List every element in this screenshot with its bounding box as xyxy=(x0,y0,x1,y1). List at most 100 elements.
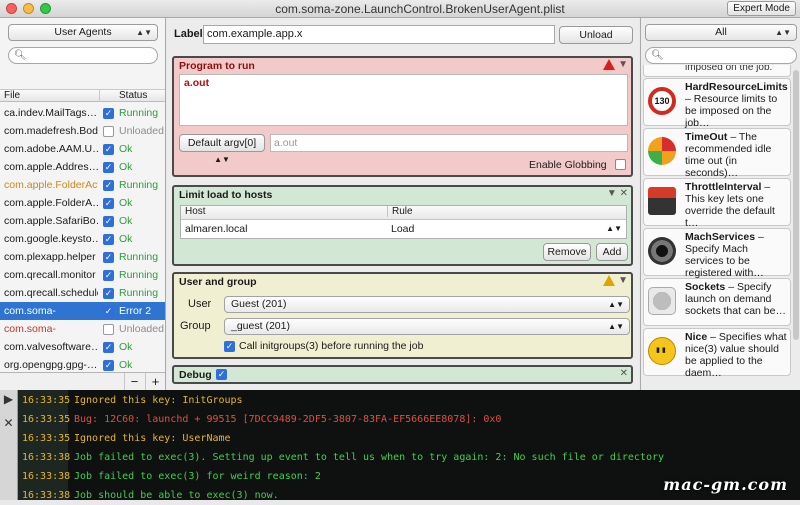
list-item[interactable]: com.madefresh.Bode… Unloaded xyxy=(0,122,165,140)
list-item[interactable]: com.qrecall.scheduler ✓ Running xyxy=(0,284,165,302)
job-status: Ok xyxy=(119,215,133,227)
collapse-icon[interactable]: ▼ xyxy=(618,275,628,286)
library-search-input[interactable]: 🔍︎ xyxy=(645,47,797,64)
job-file-name: com.madefresh.Bode… xyxy=(4,125,98,137)
list-item[interactable]: com.apple.Addres… ✓ Ok xyxy=(0,158,165,176)
list-item[interactable]: com.soma- Unloaded xyxy=(0,320,165,338)
job-enabled-checkbox[interactable]: ✓ xyxy=(103,162,114,173)
minimize-window-button[interactable] xyxy=(23,3,34,14)
job-file-name: com.apple.SafariBo… xyxy=(4,215,98,227)
list-item[interactable]: com.apple.FolderA… ✓ Ok xyxy=(0,194,165,212)
sidebar-search-input[interactable]: 🔍︎ xyxy=(8,47,158,64)
add-job-button[interactable]: + xyxy=(145,373,165,390)
library-item-title: TimeOut xyxy=(685,131,728,143)
collapse-icon[interactable]: ▼ xyxy=(618,59,628,70)
close-window-button[interactable] xyxy=(6,3,17,14)
group-select[interactable]: _guest (201) ▲▼ xyxy=(224,318,630,335)
close-icon[interactable]: ✕ xyxy=(620,188,628,199)
list-item[interactable]: com.apple.FolderActi ✓ Running xyxy=(0,176,165,194)
program-panel-controls: ▼ xyxy=(603,59,628,70)
debug-panel-title: Debug xyxy=(179,369,212,381)
collapse-icon[interactable]: ▼ xyxy=(607,188,617,199)
status-column-header[interactable]: Status xyxy=(119,90,147,101)
add-host-button[interactable]: Add xyxy=(596,243,628,261)
agent-domain-select[interactable]: User Agents ▲▼ xyxy=(8,24,158,41)
clear-icon[interactable]: ✕ xyxy=(0,416,17,430)
job-enabled-checkbox[interactable]: ✓ xyxy=(103,252,114,263)
remove-host-button[interactable]: Remove xyxy=(543,243,591,261)
log-timestamp: 16:33:38 xyxy=(22,471,71,482)
list-item[interactable]: com.qrecall.monitor ✓ Running xyxy=(0,266,165,284)
label-input[interactable]: com.example.app.x xyxy=(203,25,555,44)
job-enabled-checkbox[interactable]: ✓ xyxy=(103,108,114,119)
job-enabled-checkbox[interactable]: ✓ xyxy=(103,216,114,227)
zoom-window-button[interactable] xyxy=(40,3,51,14)
library-item[interactable]: Sockets – Specify launch on demand socke… xyxy=(643,278,791,326)
user-select[interactable]: Guest (201) ▲▼ xyxy=(224,296,630,313)
speed-limit-icon: 130 xyxy=(648,87,676,115)
initgroups-checkbox[interactable]: ✓ xyxy=(224,341,235,352)
argv0-input[interactable]: a.out xyxy=(270,134,628,152)
list-item[interactable]: ca.indev.MailTags… ✓ Running xyxy=(0,104,165,122)
list-item[interactable]: com.apple.SafariBo… ✓ Ok xyxy=(0,212,165,230)
log-line: 16:33:35 Ignored this key: UserName xyxy=(22,429,231,448)
host-cell[interactable]: almaren.local xyxy=(185,220,247,238)
job-enabled-checkbox[interactable]: ✓ xyxy=(103,144,114,155)
library-item[interactable]: 130 HardResourceLimits – Resource limits … xyxy=(643,78,791,129)
job-enabled-checkbox[interactable]: ✓ xyxy=(103,360,114,371)
job-enabled-checkbox[interactable] xyxy=(103,126,114,137)
job-status: Error 2 xyxy=(119,305,152,317)
log-line: 16:33:35 Ignored this key: InitGroups xyxy=(22,391,243,410)
program-path-field[interactable]: a.out xyxy=(179,74,628,126)
list-item[interactable]: com.plexapp.helper ✓ Running xyxy=(0,248,165,266)
close-icon[interactable]: ✕ xyxy=(620,368,628,379)
job-enabled-checkbox[interactable]: ✓ xyxy=(103,180,114,191)
library-item[interactable]: TimeOut – The recommended idle time out … xyxy=(643,128,791,179)
job-enabled-checkbox[interactable]: ✓ xyxy=(103,306,114,317)
job-enabled-checkbox[interactable]: ✓ xyxy=(103,288,114,299)
list-item[interactable]: com.adobe.AAM.U… ✓ Ok xyxy=(0,140,165,158)
list-item[interactable]: com.soma- ✓ Error 2 xyxy=(0,302,165,320)
log-message: Ignored this key: InitGroups xyxy=(74,395,243,406)
label-caption: Label xyxy=(174,28,203,40)
expert-mode-button[interactable]: Expert Mode xyxy=(727,1,796,16)
list-item[interactable]: com.google.keysto… ✓ Ok xyxy=(0,230,165,248)
job-enabled-checkbox[interactable]: ✓ xyxy=(103,234,114,245)
log-timestamp: 16:33:35 xyxy=(22,433,71,444)
library-item-text: Nice – Specifies what nice(3) value shou… xyxy=(685,331,787,379)
job-enabled-checkbox[interactable]: ✓ xyxy=(103,270,114,281)
job-enabled-checkbox[interactable]: ✓ xyxy=(103,342,114,353)
rule-cell[interactable]: Load xyxy=(391,220,414,238)
hosts-table: Host Rule almaren.local Load ▲▼ xyxy=(180,205,627,239)
remove-job-button[interactable]: − xyxy=(124,373,144,390)
library-item-text: Sockets – Specify launch on demand socke… xyxy=(685,281,786,317)
job-status: Running xyxy=(119,251,159,263)
group-label: Group xyxy=(180,320,211,332)
library-filter-select[interactable]: All ▲▼ xyxy=(645,24,797,41)
enable-globbing-checkbox[interactable] xyxy=(615,159,626,170)
list-item[interactable]: com.valvesoftware… ✓ Ok xyxy=(0,338,165,356)
library-scrollbar[interactable] xyxy=(793,70,799,340)
log-timestamp: 16:33:38 xyxy=(22,452,71,463)
library-item[interactable]: MachServices – Specify Mach services to … xyxy=(643,228,791,279)
job-enabled-checkbox[interactable]: ✓ xyxy=(103,198,114,209)
job-enabled-checkbox[interactable] xyxy=(103,324,114,335)
search-icon: 🔍︎ xyxy=(14,50,27,61)
job-file-name: com.apple.Addres… xyxy=(4,161,98,173)
debug-checkbox[interactable]: ✓ xyxy=(216,369,227,380)
play-icon[interactable]: ▶ xyxy=(0,392,17,406)
library-item[interactable]: ThrottleInterval – This key lets one ove… xyxy=(643,178,791,229)
job-file-name: com.soma- xyxy=(4,305,56,317)
job-status: Ok xyxy=(119,341,133,353)
rule-column-header: Rule xyxy=(387,206,413,217)
plist-editor: Label com.example.app.x Unload Program t… xyxy=(167,18,639,390)
job-file-name: com.qrecall.scheduler xyxy=(4,287,98,299)
job-status: Ok xyxy=(119,161,133,173)
unload-button[interactable]: Unload xyxy=(559,26,633,44)
table-row[interactable]: almaren.local Load ▲▼ xyxy=(181,220,626,238)
window-controls xyxy=(6,3,51,14)
library-item-partial[interactable]: imposed on the job. xyxy=(643,65,791,77)
library-item[interactable]: ▮▮ Nice – Specifies what nice(3) value sh… xyxy=(643,328,791,379)
argv-select[interactable]: Default argv[0] ▲▼ xyxy=(179,134,265,164)
file-column-header[interactable]: File xyxy=(4,90,20,101)
